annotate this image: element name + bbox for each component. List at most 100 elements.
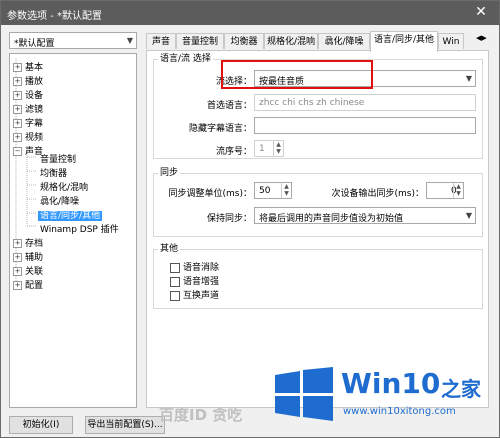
tab-normalize-reverb[interactable]: 规格化/混响 xyxy=(264,33,318,49)
group-title: 语言/流 选择 xyxy=(158,51,213,64)
tree-item-filters[interactable]: + 滤镜 xyxy=(13,102,43,115)
secondary-device-sync-label: 次设备输出同步(ms)： xyxy=(331,189,424,199)
tree-item-label: 播放 xyxy=(25,77,44,87)
preferences-window: 参数选项 - *默认配置 ✕ *默认配置 ▼ + 基本 + 播放 + 设备 + 滤镜 +… xyxy=(0,0,500,438)
voice-removal-checkbox[interactable]: 语音消除 xyxy=(170,260,219,273)
tab-winamp[interactable]: Win xyxy=(438,33,464,49)
expand-icon[interactable]: + xyxy=(13,267,22,276)
tree-item-label: 关联 xyxy=(25,267,44,277)
tree-item-label: 音量控制 xyxy=(40,155,77,165)
tree-item-label: 骉化/降噪 xyxy=(40,197,80,207)
stream-number-value: 1 xyxy=(259,144,265,154)
expand-icon[interactable]: + xyxy=(13,133,22,142)
tree-item-basic[interactable]: + 基本 xyxy=(13,60,43,73)
expand-icon[interactable]: + xyxy=(13,239,22,248)
group-title: 其他 xyxy=(158,241,181,254)
preferred-language-label: 首选语言： xyxy=(206,101,252,111)
settings-tree[interactable]: + 基本 + 播放 + 设备 + 滤镜 + 字幕 + 视频 − 声音 音量控制 均衡器 规格化… xyxy=(9,53,137,408)
expand-icon[interactable]: + xyxy=(13,91,22,100)
tree-item-label: 配置 xyxy=(25,281,44,291)
tab-scroll-arrows: ◀▶ xyxy=(476,33,496,47)
initialize-button[interactable]: 初始化(I) xyxy=(9,416,73,434)
highlight-box xyxy=(221,60,373,89)
stepper-arrows-icon[interactable]: ▲ ▼ xyxy=(273,141,283,156)
expand-icon[interactable]: + xyxy=(13,63,22,72)
tree-item-label: 字幕 xyxy=(25,119,44,129)
tree-item-label: 存档 xyxy=(25,239,44,249)
checkbox-label: 语音增强 xyxy=(183,277,220,287)
tree-item-playback[interactable]: + 播放 xyxy=(13,74,43,87)
tree-item-label: 规格化/混响 xyxy=(40,183,89,193)
checkbox-label: 语音消除 xyxy=(183,263,220,273)
checkbox-box[interactable] xyxy=(170,290,180,301)
tree-item-language-sync-other[interactable]: 语言/同步/其他 xyxy=(38,208,103,221)
keep-sync-value: 将最后调用的声音同步值设为初始值 xyxy=(259,214,404,224)
stepper-arrows-icon[interactable]: ▲ ▼ xyxy=(453,183,463,198)
sync-adjust-label: 同步调整单位(ms)： xyxy=(168,189,252,199)
tree-item-association[interactable]: + 关联 xyxy=(13,264,43,277)
chevron-down-icon: ▼ xyxy=(465,211,472,220)
tree-item-noise-reduction[interactable]: 骉化/降噪 xyxy=(40,194,79,207)
website-url: www.win10xitong.com xyxy=(343,406,456,417)
preferred-language-field[interactable]: zhcc chi chs zh chinese xyxy=(254,94,476,111)
chevron-down-icon: ▼ xyxy=(465,74,472,83)
tree-item-subtitles[interactable]: + 字幕 xyxy=(13,116,43,129)
tree-item-label-selected: 语言/同步/其他 xyxy=(38,211,103,221)
tree-item-label: 视频 xyxy=(25,133,44,143)
expand-icon[interactable]: + xyxy=(13,281,22,290)
expand-icon[interactable]: + xyxy=(13,105,22,114)
expand-icon[interactable]: + xyxy=(13,77,22,86)
hidden-subtitle-language-field[interactable] xyxy=(254,117,476,134)
tree-item-assist[interactable]: + 辅助 xyxy=(13,250,43,263)
window-title: 参数选项 - *默认配置 xyxy=(7,11,102,22)
tree-item-video[interactable]: + 视频 xyxy=(13,130,43,143)
tree-item-audio[interactable]: − 声音 xyxy=(13,144,43,157)
swap-channels-checkbox[interactable]: 互换声道 xyxy=(170,288,219,301)
keep-sync-label: 保持同步： xyxy=(206,214,252,224)
expand-icon[interactable]: + xyxy=(13,253,22,262)
hidden-subtitle-language-label: 隐藏字幕语言： xyxy=(188,124,252,134)
checkbox-box[interactable] xyxy=(170,276,180,287)
tab-audio[interactable]: 声音 xyxy=(146,33,176,49)
tree-item-device[interactable]: + 设备 xyxy=(13,88,43,101)
tab-noise-reduction[interactable]: 骉化/降噪 xyxy=(318,33,370,49)
tree-item-archive[interactable]: + 存档 xyxy=(13,236,43,249)
tree-item-label: 设备 xyxy=(25,91,44,101)
export-config-button[interactable]: 导出当前配置(S)... xyxy=(85,416,165,434)
collapse-icon[interactable]: − xyxy=(13,147,22,156)
tree-item-label: 均衡器 xyxy=(40,169,68,179)
tree-item-config[interactable]: + 配置 xyxy=(13,278,43,291)
other-group: 其他 语音消除 语音增强 互换声道 xyxy=(153,241,483,309)
close-icon[interactable]: ✕ xyxy=(469,3,493,21)
checkbox-label: 互换声道 xyxy=(183,291,220,301)
title-bar: 参数选项 - *默认配置 ✕ xyxy=(1,1,499,25)
tab-scroll-right-icon[interactable]: ▶ xyxy=(481,34,486,42)
profile-select[interactable]: *默认配置 ▼ xyxy=(9,32,137,49)
checkbox-box[interactable] xyxy=(170,262,180,273)
tab-volume-control[interactable]: 音量控制 xyxy=(176,33,224,49)
tab-bar: 声音 音量控制 均衡器 规格化/混响 骉化/降噪 语言/同步/其他 Win ◀▶ xyxy=(146,31,496,52)
tree-item-label: 基本 xyxy=(25,63,44,73)
win10-brand-text: Win10 xyxy=(341,367,441,400)
profile-select-value: *默认配置 xyxy=(14,39,55,49)
tree-item-equalizer[interactable]: 均衡器 xyxy=(40,166,67,179)
sync-adjust-stepper[interactable]: 50 ▲ ▼ xyxy=(254,182,292,199)
baidu-watermark: 百度ID 贪吃 xyxy=(159,406,243,424)
tree-item-label: 滤镜 xyxy=(25,105,44,115)
sync-group: 同步 同步调整单位(ms)： 50 ▲ ▼ 次设备输出同步(ms)： 0 ▲ ▼ 保… xyxy=(153,165,483,237)
tree-item-volume-control[interactable]: 音量控制 xyxy=(40,152,76,165)
tree-item-winamp-dsp[interactable]: Winamp DSP 插件 xyxy=(40,222,119,235)
tab-equalizer[interactable]: 均衡器 xyxy=(224,33,264,49)
stream-number-label: 流序号： xyxy=(215,147,252,157)
tree-item-normalize-reverb[interactable]: 规格化/混响 xyxy=(40,180,88,193)
group-title: 同步 xyxy=(158,165,181,178)
secondary-device-sync-stepper[interactable]: 0 ▲ ▼ xyxy=(426,182,464,199)
keep-sync-select[interactable]: 将最后调用的声音同步值设为初始值 ▼ xyxy=(254,207,476,224)
voice-enhance-checkbox[interactable]: 语音增强 xyxy=(170,274,219,287)
expand-icon[interactable]: + xyxy=(13,119,22,128)
stream-number-stepper[interactable]: 1 ▲ ▼ xyxy=(254,140,284,157)
tab-language-sync-other[interactable]: 语言/同步/其他 xyxy=(370,31,438,52)
sync-adjust-value: 50 xyxy=(259,186,271,196)
settings-panel: 语言/流 选择 流选择： 按最佳音质 ▼ 首选语言： zhcc chi chs … xyxy=(146,50,489,408)
stepper-arrows-icon[interactable]: ▲ ▼ xyxy=(281,183,291,198)
